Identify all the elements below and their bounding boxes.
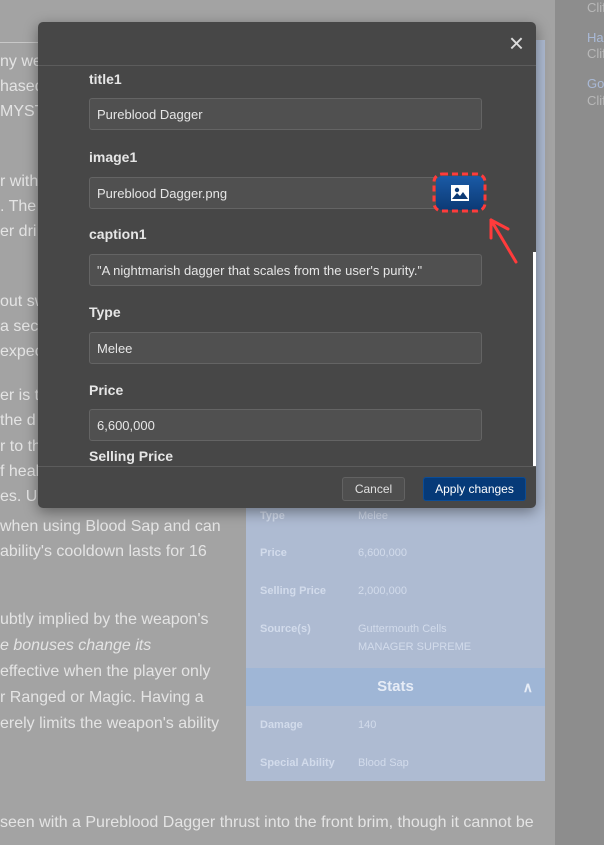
- type-input[interactable]: [89, 332, 482, 364]
- text-line: ability's cooldown lasts for 16: [0, 543, 207, 560]
- selling-price-label: Selling Price: [89, 448, 174, 464]
- cancel-button[interactable]: Cancel: [342, 477, 405, 501]
- apply-changes-button[interactable]: Apply changes: [423, 477, 526, 501]
- divider: [0, 42, 40, 43]
- caption1-input[interactable]: [89, 254, 482, 286]
- field-label: image1: [89, 149, 138, 165]
- dialog-body: title1 image1 caption1 Type Price Sellin…: [38, 67, 536, 466]
- sidebar-subtext: Clif: [587, 0, 604, 15]
- text-line: effective when the player only: [0, 663, 211, 680]
- dialog-footer: Cancel Apply changes: [38, 466, 536, 508]
- text-line: expec: [0, 343, 43, 360]
- edit-template-dialog: × title1 image1 caption1 Type Price Sell…: [38, 22, 536, 508]
- infobox-value: 140: [358, 719, 377, 731]
- text-line: e bonuses change its: [0, 637, 152, 654]
- sidebar-subtext: Clif: [587, 46, 604, 61]
- infobox-label: Selling Price: [260, 585, 327, 597]
- infobox-label: Price: [260, 547, 287, 559]
- text-line: f heal: [0, 463, 40, 480]
- infobox-label: Source(s): [260, 623, 311, 635]
- sidebar-link[interactable]: Go: [587, 76, 604, 91]
- text-line: a sec: [0, 318, 39, 335]
- field-label: title1: [89, 71, 122, 87]
- image1-input[interactable]: [89, 177, 439, 209]
- infobox-value: 2,000,000: [358, 585, 407, 597]
- close-icon[interactable]: ×: [509, 30, 524, 56]
- text-line: ny we: [0, 53, 42, 70]
- field-label: caption1: [89, 226, 147, 242]
- text-line: es. U: [0, 488, 38, 505]
- infobox-label: Special Ability: [260, 757, 335, 769]
- text-line: er is t: [0, 387, 40, 404]
- field-label: Price: [89, 382, 124, 398]
- text-line: ubtly implied by the weapon's: [0, 611, 209, 628]
- price-input[interactable]: [89, 409, 482, 441]
- chevron-up-icon[interactable]: ∧: [523, 668, 533, 706]
- right-sidebar: [555, 0, 604, 845]
- infobox-label: Type: [260, 510, 285, 522]
- image-icon: [451, 185, 469, 201]
- infobox-value: Guttermouth Cells: [358, 623, 447, 635]
- infobox-value: MANAGER SUPREME: [358, 641, 472, 653]
- infobox-value: Blood Sap: [358, 757, 409, 769]
- text-line: seen with a Pureblood Dagger thrust into…: [0, 814, 534, 831]
- stats-title: Stats: [377, 678, 414, 695]
- text-line: er dri: [0, 223, 37, 240]
- sidebar-link[interactable]: Ha: [587, 30, 604, 45]
- infobox-value: 6,600,000: [358, 547, 407, 559]
- text-line: r to th: [0, 438, 41, 455]
- title1-input[interactable]: [89, 98, 482, 130]
- text-line: r with: [0, 173, 39, 190]
- text-line: the d: [0, 412, 36, 429]
- text-line: erely limits the weapon's ability: [0, 715, 220, 732]
- dialog-header: ×: [38, 22, 536, 66]
- scrollbar[interactable]: [533, 252, 536, 466]
- infobox-label: Damage: [260, 719, 303, 731]
- sidebar-subtext: Clif: [587, 93, 604, 108]
- text-line: r Ranged or Magic. Having a: [0, 689, 204, 706]
- text-line: when using Blood Sap and can: [0, 518, 221, 535]
- stats-header[interactable]: Stats ∧: [246, 668, 545, 706]
- infobox-value: Melee: [358, 510, 388, 522]
- image-picker-button[interactable]: [436, 176, 484, 210]
- field-label: Type: [89, 304, 121, 320]
